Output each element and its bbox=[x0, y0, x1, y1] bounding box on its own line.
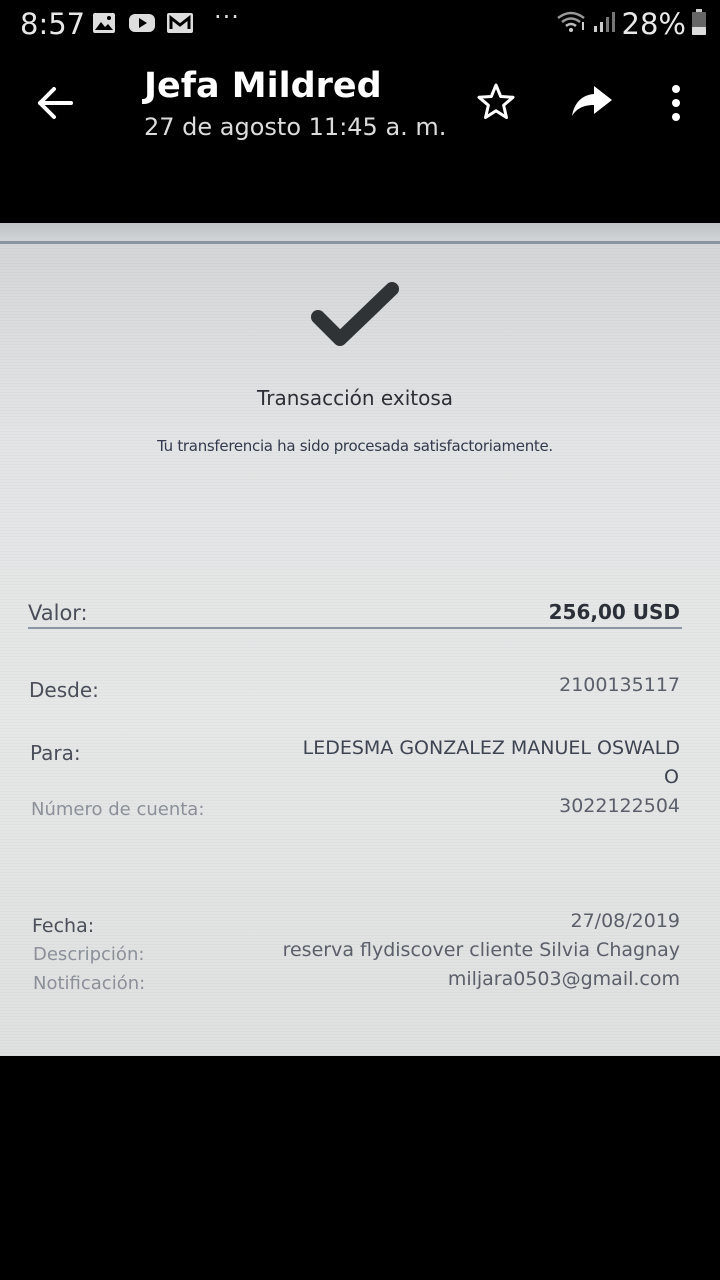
status-bar: 8:57 ··· 28% bbox=[0, 0, 720, 50]
share-icon[interactable] bbox=[570, 82, 614, 126]
desde-value: 2100135117 bbox=[559, 674, 680, 696]
para-label: Para: bbox=[30, 741, 81, 765]
notificacion-label: Notificación: bbox=[33, 973, 146, 994]
image-icon bbox=[92, 12, 116, 38]
star-icon[interactable] bbox=[476, 82, 516, 126]
valor-divider bbox=[28, 627, 682, 629]
valor-label: Valor: bbox=[28, 601, 88, 625]
gmail-icon bbox=[166, 12, 194, 38]
checkmark-icon bbox=[310, 281, 400, 355]
transaction-title: Transacción exitosa bbox=[256, 386, 454, 410]
status-time: 8:57 bbox=[20, 7, 86, 41]
transaction-subtitle: Tu transferencia ha sido procesada satis… bbox=[157, 437, 553, 455]
descripcion-label: Descripción: bbox=[33, 944, 145, 965]
photo-top-line bbox=[0, 241, 720, 244]
cuenta-value: 3022122504 bbox=[559, 795, 680, 817]
para-value-line1: LEDESMA GONZALEZ MANUEL OSWALD bbox=[302, 737, 680, 759]
signal-icon bbox=[592, 10, 616, 38]
more-dots-icon: ··· bbox=[214, 3, 240, 31]
receipt-photo[interactable]: Transacción exitosa Tu transferencia ha … bbox=[0, 223, 720, 1056]
youtube-icon bbox=[128, 12, 156, 38]
wifi-icon bbox=[556, 10, 586, 38]
back-arrow-icon[interactable] bbox=[36, 86, 74, 124]
para-value-line2: O bbox=[664, 766, 679, 788]
more-vertical-icon[interactable] bbox=[664, 84, 688, 128]
message-timestamp: 27 de agosto 11:45 a. m. bbox=[144, 113, 447, 141]
descripcion-value: reserva flydiscover cliente Silvia Chagn… bbox=[282, 939, 680, 961]
cuenta-label: Número de cuenta: bbox=[31, 799, 205, 820]
desde-label: Desde: bbox=[29, 678, 99, 702]
fecha-value: 27/08/2019 bbox=[570, 910, 680, 932]
sender-name: Jefa Mildred bbox=[144, 66, 382, 106]
message-header: Jefa Mildred 27 de agosto 11:45 a. m. bbox=[0, 50, 720, 160]
battery-icon bbox=[692, 9, 706, 39]
notificacion-value: miljara0503@gmail.com bbox=[447, 968, 680, 990]
fecha-label: Fecha: bbox=[32, 915, 95, 937]
battery-percent: 28% bbox=[621, 7, 686, 41]
valor-value: 256,00 USD bbox=[548, 600, 680, 624]
status-right: 28% bbox=[556, 7, 706, 41]
